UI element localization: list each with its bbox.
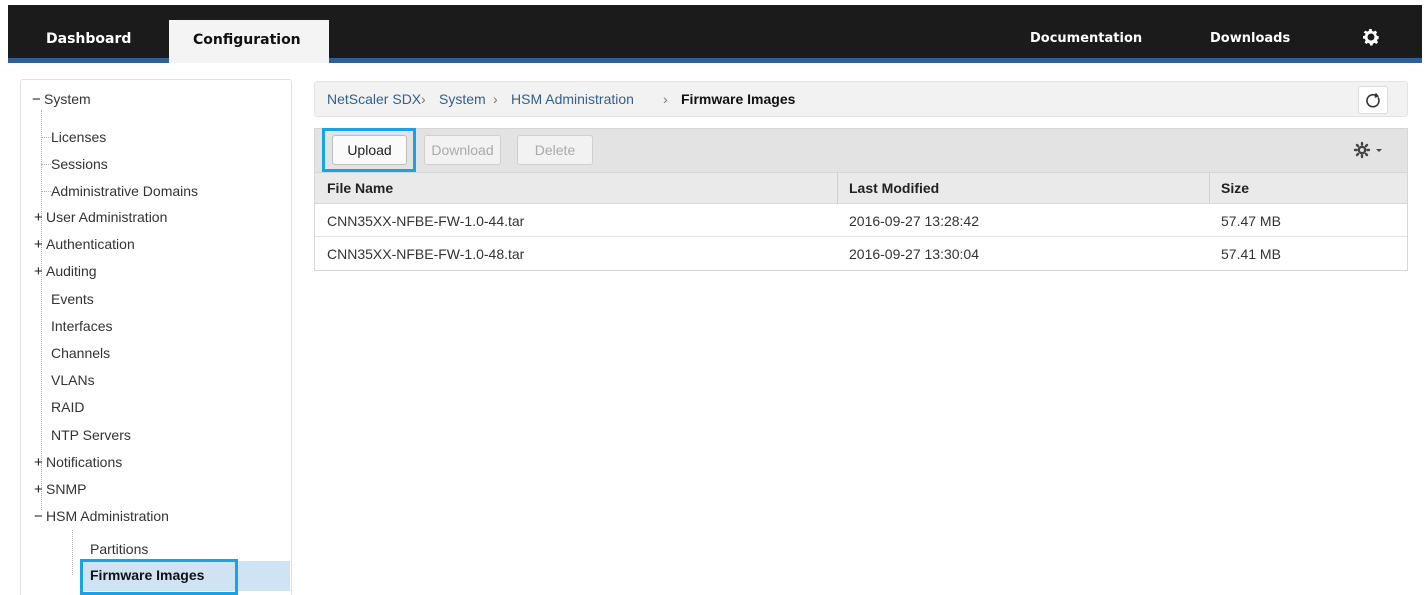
tree-guide-line [41,110,42,510]
documentation-link[interactable]: Documentation [1030,20,1142,58]
sidebar-item-label: Auditing [46,263,97,279]
cell-size: 57.41 MB [1221,246,1281,262]
refresh-icon [1366,92,1380,108]
breadcrumb-current: Firmware Images [681,91,796,107]
annotation-highlight-firmware-images [80,559,238,595]
breadcrumb-separator: › [663,91,668,107]
sidebar-item-label: Licenses [51,129,107,145]
sidebar-item-authentication[interactable]: + Authentication [34,236,135,253]
column-header-last-modified[interactable]: Last Modified [849,180,939,196]
sidebar-item-snmp[interactable]: + SNMP [34,481,86,498]
sidebar-item-raid[interactable]: RAID [51,399,84,415]
sidebar-item-label: Partitions [90,541,149,557]
sidebar-item-label: RAID [51,399,85,415]
sidebar-item-label: Authentication [46,236,135,252]
sidebar-item-label: User Administration [46,209,168,225]
chevron-down-icon [1376,149,1382,152]
sidebar-item-label: Notifications [46,454,123,470]
table-row[interactable]: CNN35XX-NFBE-FW-1.0-44.tar 2016-09-27 13… [315,204,1407,237]
sidebar-item-label: HSM Administration [46,508,169,524]
gear-icon[interactable] [1360,26,1382,48]
annotation-highlight-upload [322,128,416,172]
sidebar-item-administrative-domains[interactable]: Administrative Domains [51,183,198,199]
table-header: File Name Last Modified Size [315,173,1407,204]
collapse-icon[interactable]: − [32,91,44,108]
breadcrumb-separator: › [493,91,498,107]
column-header-size[interactable]: Size [1221,180,1249,196]
table-row[interactable]: CNN35XX-NFBE-FW-1.0-48.tar 2016-09-27 13… [315,237,1407,270]
sidebar-item-licenses[interactable]: Licenses [51,129,106,145]
sidebar-item-interfaces[interactable]: Interfaces [51,318,112,334]
sidebar-item-label: VLANs [51,372,95,388]
column-header-file-name[interactable]: File Name [327,180,393,196]
sidebar-item-events[interactable]: Events [51,291,94,307]
downloads-link[interactable]: Downloads [1210,20,1290,58]
sidebar-item-label: NTP Servers [51,427,131,443]
tree-guide-line [41,137,51,138]
cell-file-name: CNN35XX-NFBE-FW-1.0-48.tar [327,246,525,262]
expand-icon[interactable]: + [34,263,46,280]
expand-icon[interactable]: + [34,454,46,471]
delete-button[interactable]: Delete [517,135,593,165]
sidebar-item-label: SNMP [46,481,87,497]
tab-dashboard[interactable]: Dashboard [46,20,131,61]
breadcrumb-system[interactable]: System [439,91,486,107]
gear-icon [1353,141,1371,159]
column-divider [1209,173,1210,204]
sidebar-item-notifications[interactable]: + Notifications [34,454,122,471]
sidebar-item-vlans[interactable]: VLANs [51,372,95,388]
cell-size: 57.47 MB [1221,213,1281,229]
tree-guide-line [41,191,51,192]
settings-dropdown[interactable] [1352,140,1388,160]
sidebar-item-label: Events [51,291,94,307]
sidebar-item-auditing[interactable]: + Auditing [34,263,97,280]
tab-configuration[interactable]: Configuration [169,20,329,63]
firmware-images-table: File Name Last Modified Size CNN35XX-NFB… [314,172,1408,271]
sidebar-item-label: Sessions [51,156,108,172]
breadcrumb: NetScaler SDX › System › HSM Administrat… [314,81,1408,117]
cell-file-name: CNN35XX-NFBE-FW-1.0-44.tar [327,213,525,229]
sidebar-item-label: Interfaces [51,318,113,334]
sidebar-item-channels[interactable]: Channels [51,345,110,361]
breadcrumb-netscaler-sdx[interactable]: NetScaler SDX [327,91,421,107]
cell-last-modified: 2016-09-27 13:28:42 [849,213,979,229]
refresh-button[interactable] [1358,86,1388,114]
download-button[interactable]: Download [424,135,501,165]
sidebar-item-hsm-administration[interactable]: − HSM Administration [34,508,169,525]
tree-guide-line [72,530,73,575]
sidebar-item-label: System [44,91,91,107]
column-divider [837,173,838,204]
sidebar-item-ntp-servers[interactable]: NTP Servers [51,427,131,443]
tree-guide-line [41,164,51,165]
expand-icon[interactable]: + [34,209,46,226]
sidebar-item-label: Channels [51,345,111,361]
app-window: Dashboard Configuration Documentation Do… [0,0,1428,595]
breadcrumb-separator: › [421,91,426,107]
sidebar-item-system[interactable]: − System [32,91,91,108]
sidebar-item-partitions[interactable]: Partitions [90,541,148,557]
cell-last-modified: 2016-09-27 13:30:04 [849,246,979,262]
expand-icon[interactable]: + [34,481,46,498]
sidebar-item-user-administration[interactable]: + User Administration [34,209,167,226]
sidebar-item-label: Administrative Domains [51,183,199,199]
sidebar-item-sessions[interactable]: Sessions [51,156,108,172]
breadcrumb-hsm-administration[interactable]: HSM Administration [511,91,634,107]
collapse-icon[interactable]: − [34,508,46,525]
expand-icon[interactable]: + [34,236,46,253]
